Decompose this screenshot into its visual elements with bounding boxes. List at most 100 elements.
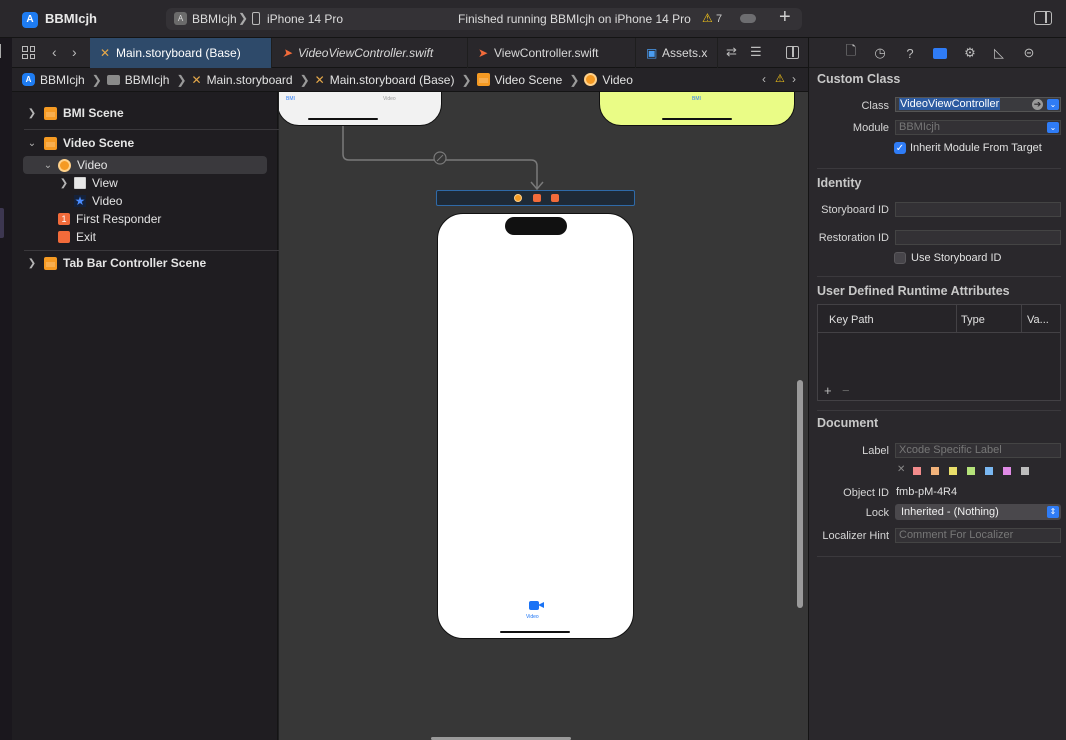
disclosure-right-icon[interactable]: ❯ <box>58 178 70 189</box>
storyboard-canvas[interactable]: BMI Video BMI Video <box>279 92 808 740</box>
connections-inspector-icon[interactable]: ⊝ <box>1020 44 1038 62</box>
size-inspector-icon[interactable]: ◺ <box>990 44 1008 62</box>
device-selector[interactable]: iPhone 14 Pro <box>267 12 343 26</box>
breadcrumb-label: Main.storyboard <box>206 72 293 87</box>
column-header[interactable]: Key Path <box>829 314 874 326</box>
restoration-id-field[interactable] <box>895 230 1061 245</box>
table-header: Key Path Type Va... <box>818 305 1060 333</box>
disclosure-down-icon[interactable]: ⌄ <box>42 160 54 171</box>
outline-item-view[interactable]: ❯ View <box>58 174 118 192</box>
color-swatch-purple[interactable] <box>1003 467 1011 475</box>
color-swatch-green[interactable] <box>967 467 975 475</box>
breadcrumb-label: Main.storyboard (Base) <box>329 72 455 87</box>
chevron-right-icon[interactable]: › <box>792 72 796 86</box>
first-responder-icon[interactable] <box>533 194 541 202</box>
no-color-icon[interactable]: ✕ <box>897 464 905 475</box>
breadcrumb-label: Video <box>602 72 633 87</box>
chevron-down-icon[interactable]: ⌄ <box>1047 99 1059 110</box>
tab-main-storyboard[interactable]: ✕ Main.storyboard (Base) <box>90 38 272 68</box>
disclosure-down-icon[interactable]: ⌄ <box>26 138 38 149</box>
scheme-selector[interactable]: BBMIcjh <box>192 12 237 26</box>
identity-inspector-icon[interactable] <box>931 44 949 62</box>
tab-label: ViewController.swift <box>494 46 599 60</box>
color-swatch-yellow[interactable] <box>949 467 957 475</box>
outline-item-bmi-scene[interactable]: ❯ BMI Scene <box>26 104 124 122</box>
attributes-inspector-icon[interactable]: ⚙ <box>961 44 979 62</box>
tab-video-view-controller[interactable]: ➤ VideoViewController.swift <box>272 38 468 68</box>
storyboard-id-field[interactable] <box>895 202 1061 217</box>
breadcrumb-scene[interactable]: Video Scene ❯ <box>476 73 579 87</box>
column-header[interactable]: Va... <box>1027 314 1049 326</box>
color-swatch-orange[interactable] <box>931 467 939 475</box>
history-inspector-icon[interactable]: ◷ <box>871 44 889 62</box>
xcode-label-field[interactable]: Xcode Specific Label <box>895 443 1061 458</box>
chevron-left-icon[interactable]: ‹ <box>762 72 766 86</box>
inspector-tabs: 🗋 ◷ ? ⚙ ◺ ⊝ <box>809 38 1066 68</box>
divider <box>24 250 280 251</box>
canvas-vertical-scrollbar[interactable] <box>797 380 803 608</box>
color-swatch-blue[interactable] <box>985 467 993 475</box>
scene-icon <box>44 136 57 150</box>
split-editor-icon[interactable] <box>786 46 799 59</box>
column-header[interactable]: Type <box>961 314 985 326</box>
sidebar-right-icon[interactable] <box>1034 11 1052 25</box>
warning-icon[interactable]: ⚠ <box>775 72 785 85</box>
disclosure-right-icon[interactable]: ❯ <box>26 258 38 269</box>
build-status: Finished running BBMIcjh on iPhone 14 Pr… <box>458 12 691 26</box>
outline-item-video-scene[interactable]: ⌄ Video Scene <box>26 134 134 152</box>
add-attribute-button[interactable]: + <box>824 383 832 398</box>
exit-icon[interactable] <box>551 194 559 202</box>
arrow-circle-icon[interactable]: ➔ <box>1032 99 1043 110</box>
lock-value: Inherited - (Nothing) <box>901 506 999 518</box>
divider <box>817 276 1061 277</box>
related-items-icon[interactable]: ⇄ <box>726 44 737 60</box>
scene-icon <box>44 256 57 270</box>
breadcrumb-storyboard-base[interactable]: ✕ Main.storyboard (Base) ❯ <box>315 73 472 87</box>
back-icon[interactable]: ‹ <box>52 44 57 60</box>
lock-popup[interactable]: Inherited - (Nothing) ⇕ <box>895 504 1061 520</box>
forward-icon[interactable]: › <box>72 44 77 60</box>
breadcrumb-project[interactable]: A BBMIcjh ❯ <box>22 73 102 87</box>
inherit-module-checkbox[interactable]: ✓ <box>894 142 906 154</box>
disclosure-right-icon[interactable]: ❯ <box>26 108 38 119</box>
outline-item-first-responder[interactable]: 1 First Responder <box>58 210 161 228</box>
localizer-hint-field[interactable]: Comment For Localizer <box>895 528 1061 543</box>
video-scene-iphone[interactable]: Video <box>437 213 634 639</box>
tab-view-controller[interactable]: ➤ ViewController.swift <box>468 38 636 68</box>
grid-icon[interactable] <box>22 46 35 59</box>
jump-bar: A BBMIcjh ❯ BBMIcjh ❯ ✕ Main.storyboard … <box>12 68 808 92</box>
outline-item-video-controller[interactable]: ⌄ Video <box>23 156 267 174</box>
chevron-down-icon[interactable]: ⌄ <box>1047 122 1059 133</box>
star-icon: ★ <box>74 194 86 208</box>
plus-icon[interactable]: + <box>779 7 791 27</box>
label-label: Label <box>862 445 889 457</box>
localizer-hint-label: Localizer Hint <box>822 530 889 542</box>
outline-item-tab-bar-scene[interactable]: ❯ Tab Bar Controller Scene <box>26 254 206 272</box>
warning-icon[interactable]: ⚠ <box>702 11 713 25</box>
editor-options-icon[interactable]: ☰ <box>750 44 762 60</box>
tab-label: Main.storyboard (Base) <box>116 46 241 60</box>
breadcrumb-folder[interactable]: BBMIcjh ❯ <box>106 73 187 87</box>
outline-label: Exit <box>76 230 97 244</box>
panel-edge-icon <box>0 44 2 58</box>
breadcrumb-view-controller[interactable]: Video <box>584 72 633 87</box>
breadcrumb-storyboard[interactable]: ✕ Main.storyboard ❯ <box>192 73 310 87</box>
inherit-module-label: Inherit Module From Target <box>910 142 1042 154</box>
divider <box>817 556 1061 557</box>
class-field[interactable]: VideoViewController ➔ ⌄ <box>895 97 1061 112</box>
color-swatch-gray[interactable] <box>1021 467 1029 475</box>
outline-item-tab-bar-item[interactable]: ★ Video <box>74 192 122 210</box>
use-storyboard-id-checkbox[interactable] <box>894 252 906 264</box>
window-toolbar: A BBMIcjh A BBMIcjh ❯ iPhone 14 Pro Fini… <box>0 0 808 38</box>
view-controller-icon[interactable] <box>514 194 522 202</box>
help-inspector-icon[interactable]: ? <box>901 44 919 62</box>
module-field[interactable]: BBMIcjh ⌄ <box>895 120 1061 135</box>
color-swatch-red[interactable] <box>913 467 921 475</box>
segue-arrow[interactable] <box>279 92 808 202</box>
outline-item-exit[interactable]: Exit <box>58 228 96 246</box>
label-placeholder: Xcode Specific Label <box>899 444 1002 456</box>
remove-attribute-button[interactable]: − <box>842 383 850 398</box>
tab-assets[interactable]: ▣ Assets.x <box>636 38 718 68</box>
runtime-attributes-title: User Defined Runtime Attributes <box>817 284 1010 298</box>
file-inspector-icon[interactable]: 🗋 <box>842 43 860 62</box>
